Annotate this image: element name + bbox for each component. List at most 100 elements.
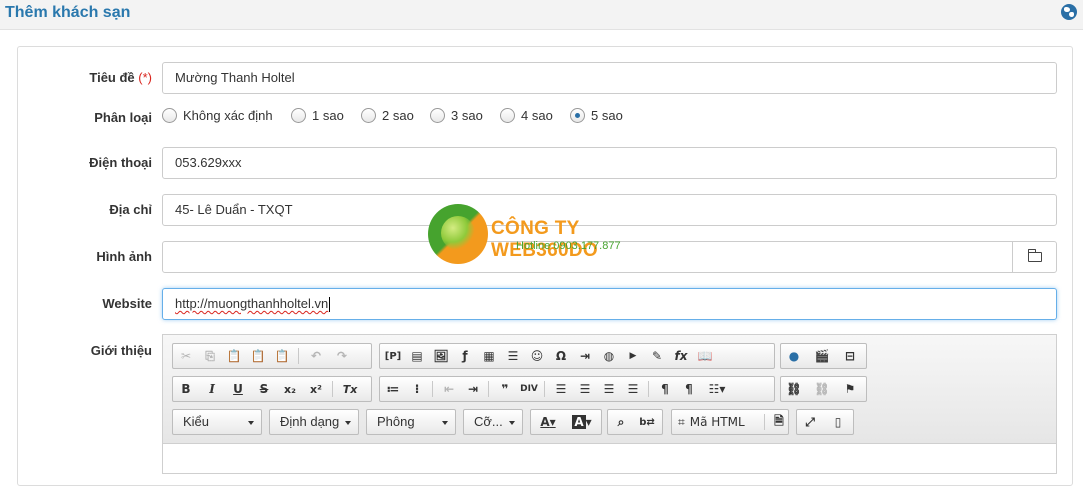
address-input-value: 45- Lê Duẩn - TXQT [175,202,293,217]
undo-icon[interactable]: ↶ [305,345,327,367]
format-combo[interactable]: Định dạng [269,409,359,435]
category-label: Phân loại [94,110,152,125]
flash-icon[interactable]: ƒ [454,345,476,367]
title-label: Tiêu đề (*) [0,70,152,85]
text-color-icon[interactable]: A ▾ [533,411,563,433]
radio-option-2-star[interactable]: 2 sao [361,108,414,123]
website-input[interactable]: http://muongthanhholtel.vn [162,288,1057,320]
ltr-icon[interactable]: ¶ [654,378,676,400]
link-icon[interactable]: ⛓ [783,378,805,400]
globe-icon[interactable] [1061,4,1077,20]
image-icon[interactable]: 🖼 [430,345,452,367]
italic-icon[interactable]: I [201,378,223,400]
globe-icon[interactable]: ● [783,345,805,367]
required-mark: (*) [138,70,152,85]
clipboard-group: ✂ ⎘ 📋 📋 📋 ↶ ↷ [172,343,372,369]
copy-icon[interactable]: ⎘ [199,345,221,367]
language-dropdown-icon[interactable]: ☷▾ [702,378,732,400]
iframe-icon[interactable]: ◍ [598,345,620,367]
website-input-value: http://muongthanhholtel.vn [175,296,329,311]
indent-icon[interactable]: ⇥ [462,378,484,400]
show-blocks-icon[interactable]: ▯ [827,411,849,433]
superscript-icon[interactable]: x² [305,378,327,400]
find-replace-icon[interactable]: b⇄ [636,411,658,433]
radio-button[interactable] [162,108,177,123]
template-icon[interactable]: [P] [382,345,404,367]
smiley-icon[interactable]: ☺ [526,345,548,367]
minus-box-icon[interactable]: ⊟ [839,345,861,367]
radio-button[interactable] [291,108,306,123]
radio-option-4-star[interactable]: 4 sao [500,108,553,123]
toolbar-separator [488,381,489,397]
background-color-icon[interactable]: A ▾ [567,411,597,433]
anchor-flag-icon[interactable]: ⚑ [839,378,861,400]
numbered-list-icon[interactable]: ≔ [382,378,404,400]
toolbar-separator [332,381,333,397]
color-group: A ▾ A ▾ [530,409,602,435]
phone-label: Điện thoại [89,155,152,170]
radio-option-1-star[interactable]: 1 sao [291,108,344,123]
radio-button-selected[interactable] [570,108,585,123]
table-icon[interactable]: ▦ [478,345,500,367]
font-combo[interactable]: Phông [366,409,456,435]
bold-icon[interactable]: B [175,378,197,400]
align-right-icon[interactable]: ☰ [598,378,620,400]
outdent-icon[interactable]: ⇤ [438,378,460,400]
bulleted-list-icon[interactable]: ⁝ [406,378,428,400]
remove-format-icon[interactable]: Tx [339,378,361,400]
editor-toolbar: ✂ ⎘ 📋 📋 📋 ↶ ↷ [P] ▤ 🖼 ƒ ▦ ☰ ☺ Ω ⇥ ◍ ▶ ✎ … [163,335,1056,444]
radio-button[interactable] [500,108,515,123]
search-icon[interactable]: ⌕ [610,411,632,433]
brush-icon[interactable]: ✎ [646,345,668,367]
radio-button[interactable] [430,108,445,123]
special-char-icon[interactable]: Ω [550,345,572,367]
font-size-combo[interactable]: Cỡ... [463,409,523,435]
unlink-icon[interactable]: ⛓ [811,378,833,400]
source-html-button[interactable]: ⌗ Mã HTML [674,411,749,433]
math-formula-icon[interactable]: fx [670,345,692,367]
align-justify-icon[interactable]: ☰ [622,378,644,400]
page-break-icon[interactable]: ⇥ [574,345,596,367]
source-group: ⌗ Mã HTML 🗎 [671,409,789,435]
div-container-icon[interactable]: DIV [518,378,540,400]
phone-input[interactable]: 053.629xxx [162,147,1057,179]
subscript-icon[interactable]: x₂ [279,378,301,400]
underline-icon[interactable]: U [227,378,249,400]
page-title: Thêm khách sạn [5,4,131,21]
maximize-icon[interactable]: ⤢ [799,411,821,433]
blockquote-icon[interactable]: ❞ [494,378,516,400]
rtl-icon[interactable]: ¶ [678,378,700,400]
style-combo[interactable]: Kiểu [172,409,262,435]
paste-word-icon[interactable]: 📋 [271,345,293,367]
youtube-icon[interactable]: ▶ [622,345,644,367]
strikethrough-icon[interactable]: S [253,378,275,400]
radio-button[interactable] [361,108,376,123]
title-input[interactable]: Mường Thanh Holtel [162,62,1057,94]
radio-label: 5 sao [591,108,623,123]
document-icon[interactable]: 🗎 [768,411,790,433]
company-watermark: CÔNG TY WEB360DO Hotline 0903.177.877 [428,204,668,268]
radio-option-none[interactable]: Không xác định [162,108,273,123]
radio-option-3-star[interactable]: 3 sao [430,108,483,123]
paragraph-group: ≔ ⁝ ⇤ ⇥ ❞ DIV ☰ ☰ ☰ ☰ ¶ ¶ ☷▾ [379,376,775,402]
radio-option-5-star[interactable]: 5 sao [570,108,623,123]
book-icon[interactable]: 📖 [694,345,716,367]
toolbar-separator [544,381,545,397]
video-icon[interactable]: 🎬 [811,345,833,367]
address-label: Địa chỉ [109,202,152,217]
cut-icon[interactable]: ✂ [175,345,197,367]
paste-icon[interactable]: 📋 [223,345,245,367]
folder-open-icon [1027,249,1042,262]
form-icon[interactable]: ▤ [406,345,428,367]
align-left-icon[interactable]: ☰ [550,378,572,400]
text-caret [329,297,331,313]
browse-file-button[interactable] [1012,241,1057,273]
find-group: ⌕ b⇄ [607,409,663,435]
bg-color-glyph: A [572,415,586,429]
horizontal-rule-icon[interactable]: ☰ [502,345,524,367]
align-center-icon[interactable]: ☰ [574,378,596,400]
radio-label: 1 sao [312,108,344,123]
paste-text-icon[interactable]: 📋 [247,345,269,367]
redo-icon[interactable]: ↷ [331,345,353,367]
website-label: Website [102,296,152,311]
